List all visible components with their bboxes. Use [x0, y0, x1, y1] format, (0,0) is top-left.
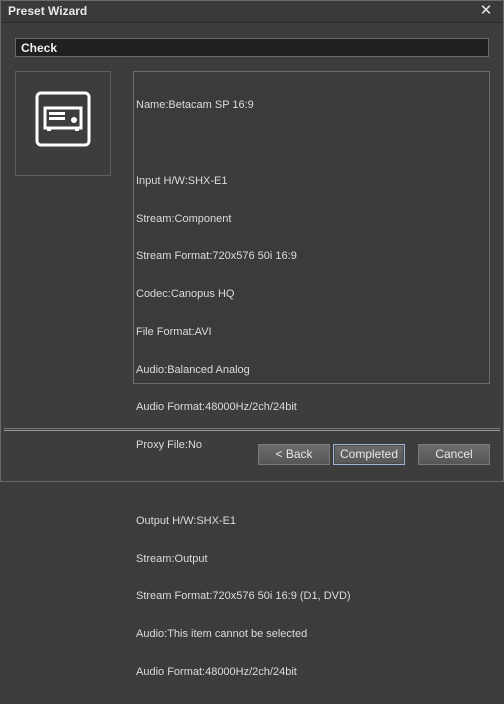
summary-line: Output H/W:SHX-E1 [136, 514, 237, 527]
summary-line: Stream:Component [136, 212, 232, 225]
summary-line: Name:Betacam SP 16:9 [136, 99, 254, 112]
section-header: Check [15, 38, 489, 57]
summary-line: Stream:Output [136, 552, 208, 565]
cancel-button[interactable]: Cancel [418, 444, 490, 465]
preset-summary-text: Name:Betacam SP 16:9 Input H/W:SHX-E1 St… [136, 74, 351, 704]
summary-line: Audio:This item cannot be selected [136, 628, 308, 641]
summary-line [136, 137, 351, 150]
preset-summary-panel: Name:Betacam SP 16:9 Input H/W:SHX-E1 St… [133, 71, 490, 678]
summary-line: Input H/W:SHX-E1 [136, 174, 228, 187]
summary-line: Audio Format:48000Hz/2ch/24bit [136, 665, 297, 678]
summary-line: Codec:Canopus HQ [136, 288, 235, 301]
close-icon[interactable]: ✕ [478, 2, 494, 20]
section-label: Check [21, 41, 58, 55]
summary-line: Audio:Balanced Analog [136, 363, 250, 376]
title-bar: Preset Wizard ✕ [1, 1, 503, 23]
preset-wizard-window: Preset Wizard ✕ Check Name:Betacam SP 16… [0, 0, 504, 678]
window-title: Preset Wizard [8, 4, 88, 18]
summary-line: Stream Format:720x576 50i 16:9 [136, 250, 297, 263]
footer-divider [4, 428, 500, 429]
deck-device-icon [35, 91, 91, 147]
summary-line: Audio Format:48000Hz/2ch/24bit [136, 401, 297, 414]
summary-line: File Format:AVI [136, 325, 212, 338]
back-button[interactable]: < Back [258, 444, 330, 465]
summary-line: Stream Format:720x576 50i 16:9 (D1, DVD) [136, 590, 351, 603]
completed-button[interactable]: Completed [333, 444, 405, 465]
footer-divider-highlight [4, 430, 500, 431]
device-icon-panel [15, 71, 111, 176]
summary-line [136, 477, 351, 490]
